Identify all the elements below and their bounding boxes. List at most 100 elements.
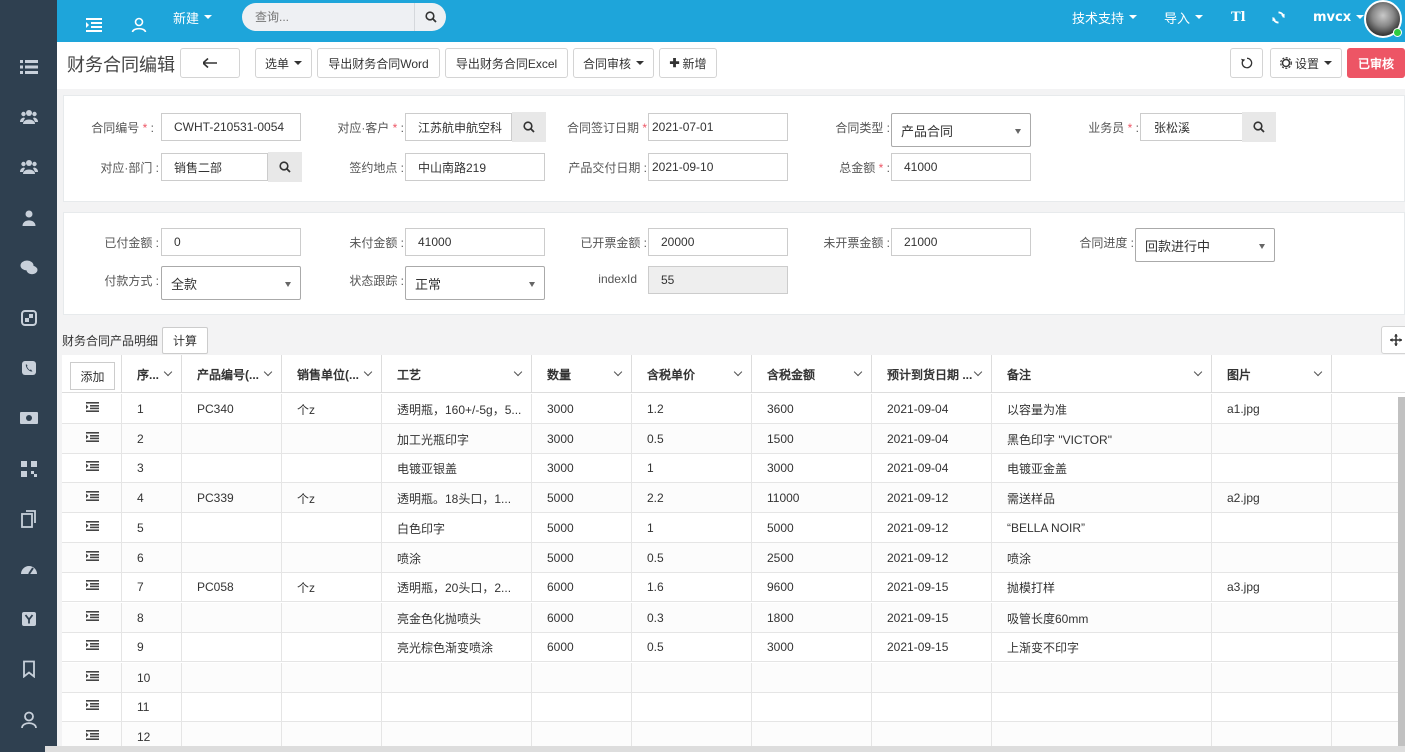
back-button[interactable] [180,48,240,78]
col-unit-price-cell[interactable]: 0.3 [632,603,752,633]
col-amount-cell[interactable]: 9600 [752,572,872,602]
col-arrival-date-cell[interactable]: 2021-09-15 [872,632,992,662]
col-product-no-header[interactable]: 产品编号(... [182,355,282,393]
col-seq-cell[interactable]: 5 [122,513,182,543]
salesman-field[interactable]: 张松溪 [1140,113,1243,141]
col-remark-cell[interactable]: “BELLA NOIR” [992,513,1212,543]
col-unit-price-cell[interactable]: 1 [632,453,752,483]
col-qty-cell[interactable] [532,663,632,693]
col-seq-cell[interactable]: 11 [122,692,182,722]
chevron-down-icon[interactable] [613,367,623,377]
sign-place-field[interactable]: 中山南路219 [405,153,545,181]
col-seq-cell[interactable]: 9 [122,632,182,662]
col-qty-cell[interactable]: 5000 [532,483,632,513]
col-image-cell[interactable]: a3.jpg [1212,572,1332,602]
col-qty-cell[interactable]: 6000 [532,572,632,602]
row-menu-icon[interactable] [86,521,99,531]
chevron-down-icon[interactable] [1313,367,1323,377]
col-seq-cell[interactable]: 3 [122,453,182,483]
col-amount-cell[interactable]: 3600 [752,394,872,424]
col-amount-cell[interactable]: 5000 [752,513,872,543]
col-craft-cell[interactable]: 喷涂 [382,543,532,573]
dept-field[interactable]: 销售二部 [161,153,268,181]
col-craft-cell[interactable]: 白色印字 [382,513,532,543]
table-row[interactable]: 8 亮金色化抛喷头 6000 0.3 1800 2021-09-15 吸管长度60mm [62,603,1405,633]
avatar[interactable] [1364,0,1402,38]
salesman-search-button[interactable] [1242,112,1276,142]
col-remark-cell[interactable] [992,692,1212,722]
row-menu-icon[interactable] [86,611,99,621]
col-product-no-cell[interactable]: PC058 [182,572,282,602]
col-qty-cell[interactable] [532,692,632,722]
col-remark-cell[interactable]: 以容量为准 [992,394,1212,424]
add-new-button[interactable]: ✚ 新增 [659,48,717,78]
table-row[interactable]: 4 PC339 个z 透明瓶。18头口，1... 5000 2.2 11000 2021-09… [62,483,1405,513]
col-product-no-cell[interactable]: PC340 [182,394,282,424]
col-image-cell[interactable] [1212,543,1332,573]
col-arrival-date-cell[interactable]: 2021-09-15 [872,572,992,602]
col-product-no-cell[interactable] [182,692,282,722]
total-field[interactable]: 41000 [891,153,1031,181]
col-unit-price-cell[interactable]: 1 [632,513,752,543]
col-remark-cell[interactable]: 电镀亚金盖 [992,453,1212,483]
col-remark-cell[interactable]: 喷涂 [992,543,1212,573]
col-unit-price-cell[interactable] [632,692,752,722]
col-amount-cell[interactable]: 11000 [752,483,872,513]
col-craft-cell[interactable]: 亮金色化抛喷头 [382,603,532,633]
users-icon[interactable] [0,92,57,142]
bookmark-icon[interactable] [0,644,57,694]
contract-no-field[interactable]: CWHT-210531-0054 [161,113,301,141]
col-qty-cell[interactable]: 5000 [532,513,632,543]
col-arrival-date-cell[interactable]: 2021-09-04 [872,424,992,454]
col-craft-cell[interactable]: 亮光棕色渐变喷涂 [382,632,532,662]
col-arrival-date-cell[interactable]: 2021-09-12 [872,543,992,573]
col-unit-price-cell[interactable]: 2.2 [632,483,752,513]
paid-field[interactable]: 0 [161,228,301,256]
audit-button[interactable]: 合同审核 [573,48,654,78]
menu-button[interactable]: 选单 [255,48,312,78]
yahoo-icon[interactable] [0,594,57,644]
col-arrival-date-cell[interactable] [872,692,992,722]
row-menu-icon[interactable] [86,461,99,471]
add-row-button[interactable]: 添加 [70,362,115,390]
col-unit-price-cell[interactable]: 0.5 [632,543,752,573]
search-input[interactable] [242,3,412,31]
col-qty-cell[interactable]: 5000 [532,543,632,573]
row-menu-icon[interactable] [86,640,99,650]
chevron-down-icon[interactable] [513,367,523,377]
col-image-header[interactable]: 图片 [1212,355,1332,393]
table-row[interactable]: 9 亮光棕色渐变喷涂 6000 0.5 3000 2021-09-15 上渐变不印字 [62,632,1405,662]
col-arrival-date-cell[interactable]: 2021-09-04 [872,453,992,483]
money-icon[interactable] [0,393,57,443]
new-dropdown[interactable]: 新建 [173,0,213,34]
col-amount-cell[interactable] [752,663,872,693]
widget-icon[interactable] [0,293,57,343]
col-remark-cell[interactable]: 黑色印字 "VICTOR" [992,424,1212,454]
col-remark-cell[interactable]: 抛模打样 [992,572,1212,602]
col-arrival-date-cell[interactable]: 2021-09-12 [872,483,992,513]
col-unit-cell[interactable] [282,603,382,633]
row-menu-icon[interactable] [86,432,99,442]
col-craft-cell[interactable] [382,663,532,693]
export-word-button[interactable]: 导出财务合同Word [317,48,440,78]
col-image-cell[interactable] [1212,513,1332,543]
col-image-cell[interactable] [1212,632,1332,662]
col-craft-cell[interactable]: 加工光瓶印字 [382,424,532,454]
row-menu-icon[interactable] [86,580,99,590]
col-unit-cell[interactable] [282,692,382,722]
col-unit-cell[interactable] [282,543,382,573]
calculate-button[interactable]: 计算 [162,326,209,354]
col-seq-cell[interactable]: 4 [122,483,182,513]
settings-button[interactable]: 设置 [1270,48,1342,78]
col-qty-cell[interactable]: 3000 [532,453,632,483]
col-craft-cell[interactable]: 透明瓶。18头口，1... [382,483,532,513]
list-icon[interactable] [0,42,57,92]
col-product-no-cell[interactable] [182,513,282,543]
col-unit-header[interactable]: 销售单位(... [282,355,382,393]
col-unit-cell[interactable] [282,453,382,483]
col-arrival-date-cell[interactable] [872,663,992,693]
user-icon[interactable] [131,8,147,42]
col-seq-cell[interactable]: 7 [122,572,182,602]
import-dropdown[interactable]: 导入 [1164,0,1204,34]
contract-type-select[interactable]: 产品合同 [891,113,1031,147]
